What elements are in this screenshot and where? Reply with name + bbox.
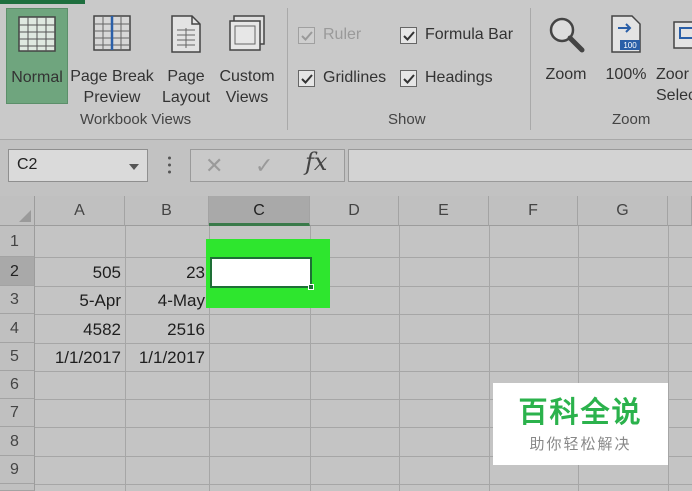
enter-icon[interactable]: ✓ bbox=[255, 153, 273, 179]
cancel-icon[interactable]: ✕ bbox=[205, 153, 223, 179]
gridline bbox=[35, 371, 692, 372]
magnifier-icon bbox=[549, 17, 585, 53]
page-layout-button[interactable]: Page Layout bbox=[158, 8, 214, 106]
page-layout-label-2: Layout bbox=[161, 89, 211, 106]
chevron-down-icon[interactable] bbox=[129, 164, 139, 170]
watermark-subtitle: 助你轻松解决 bbox=[529, 436, 632, 453]
custom-views-label-1: Custom bbox=[219, 68, 275, 85]
gridline bbox=[668, 226, 669, 491]
column-header-g[interactable]: G bbox=[578, 196, 668, 226]
zoom-selection-label-2: Selec bbox=[656, 87, 692, 104]
column-header-h[interactable] bbox=[668, 196, 692, 226]
custom-views-icon bbox=[229, 15, 265, 51]
formula-bar-checkbox[interactable]: Formula Bar bbox=[400, 26, 513, 44]
row-header-9[interactable]: 9 bbox=[0, 456, 35, 484]
custom-views-label-2: Views bbox=[225, 89, 269, 106]
gridlines-label: Gridlines bbox=[323, 69, 387, 86]
row-header-4[interactable]: 4 bbox=[0, 314, 35, 343]
selected-cell-c2[interactable] bbox=[210, 257, 314, 290]
zoom-100-label: 100% bbox=[605, 66, 647, 83]
svg-text:100: 100 bbox=[623, 41, 637, 50]
workbook-views-group-label: Workbook Views bbox=[80, 111, 192, 128]
column-header-f[interactable]: F bbox=[489, 196, 578, 226]
headings-check-icon bbox=[400, 69, 417, 87]
cell-b3[interactable]: 4-May bbox=[125, 291, 209, 311]
gridline bbox=[399, 226, 400, 491]
page-break-preview-button[interactable]: Page Break Preview bbox=[70, 8, 154, 106]
watermark-logo: 百科全说 助你轻松解决 bbox=[493, 383, 668, 465]
insert-function-icon[interactable]: fx bbox=[305, 148, 327, 176]
row-header-3[interactable]: 3 bbox=[0, 286, 35, 314]
watermark-title: 百科全说 bbox=[518, 397, 643, 429]
gridline bbox=[489, 226, 490, 491]
cell-a4[interactable]: 4582 bbox=[35, 320, 125, 340]
active-tab-indicator bbox=[0, 0, 85, 4]
zoom-100-button[interactable]: 100 100% bbox=[598, 8, 654, 104]
show-group-label: Show bbox=[388, 111, 426, 128]
formula-input[interactable] bbox=[348, 149, 692, 182]
gridline bbox=[35, 314, 692, 315]
gridline bbox=[35, 343, 692, 344]
zoom-selection-label-1: Zoor bbox=[656, 66, 689, 83]
row-header-6[interactable]: 6 bbox=[0, 371, 35, 399]
page-break-preview-icon bbox=[93, 15, 131, 51]
row-header-7[interactable]: 7 bbox=[0, 399, 35, 427]
custom-views-button[interactable]: Custom Views bbox=[214, 8, 280, 106]
row-header-2[interactable]: 2 bbox=[0, 257, 35, 286]
headings-label: Headings bbox=[425, 69, 493, 86]
zoom-100-icon: 100 bbox=[611, 15, 641, 53]
gridline bbox=[35, 286, 692, 287]
column-header-e[interactable]: E bbox=[399, 196, 489, 226]
normal-view-icon bbox=[18, 16, 56, 52]
row-header-10[interactable] bbox=[0, 484, 35, 491]
page-break-label-2: Preview bbox=[83, 89, 141, 106]
zoom-selection-icon bbox=[673, 21, 692, 49]
cell-a2[interactable]: 505 bbox=[35, 263, 125, 283]
row-header-8[interactable]: 8 bbox=[0, 427, 35, 456]
column-header-c[interactable]: C bbox=[209, 196, 310, 226]
gridlines-check-icon bbox=[298, 69, 315, 87]
formula-bar-check-icon bbox=[400, 26, 417, 44]
headings-checkbox[interactable]: Headings bbox=[400, 69, 493, 87]
ribbon-separator bbox=[530, 8, 531, 130]
ruler-check-icon bbox=[298, 26, 315, 44]
column-header-b[interactable]: B bbox=[125, 196, 209, 226]
select-all-icon bbox=[19, 210, 31, 222]
more-options-icon[interactable] bbox=[168, 155, 171, 175]
fill-handle[interactable] bbox=[308, 284, 314, 290]
column-header-a[interactable]: A bbox=[35, 196, 125, 226]
gridlines-checkbox[interactable]: Gridlines bbox=[298, 69, 386, 87]
zoom-button[interactable]: Zoom bbox=[538, 8, 594, 104]
ruler-label: Ruler bbox=[323, 26, 362, 43]
select-all-button[interactable] bbox=[0, 196, 35, 226]
cell-a3[interactable]: 5-Apr bbox=[35, 291, 125, 311]
normal-view-label: Normal bbox=[11, 69, 63, 86]
gridline bbox=[35, 257, 692, 258]
row-header-1[interactable]: 1 bbox=[0, 226, 35, 257]
gridline bbox=[35, 484, 692, 485]
ribbon: Normal Page Break Preview Page Layout Cu… bbox=[0, 0, 692, 140]
cell-a5[interactable]: 1/1/2017 bbox=[35, 348, 125, 368]
page-break-label-1: Page Break bbox=[70, 68, 154, 85]
name-box[interactable]: C2 bbox=[8, 149, 148, 182]
cell-b2[interactable]: 23 bbox=[125, 263, 209, 283]
column-header-d[interactable]: D bbox=[310, 196, 399, 226]
formula-bar-label: Formula Bar bbox=[425, 26, 514, 43]
cell-b4[interactable]: 2516 bbox=[125, 320, 209, 340]
page-layout-label-1: Page bbox=[167, 68, 205, 85]
zoom-group-label: Zoom bbox=[612, 111, 651, 128]
formula-bar-area: C2 ✕ ✓ fx bbox=[0, 140, 692, 196]
ruler-checkbox[interactable]: Ruler bbox=[298, 26, 361, 44]
name-box-value: C2 bbox=[17, 156, 38, 173]
page-layout-icon bbox=[171, 15, 201, 53]
row-header-5[interactable]: 5 bbox=[0, 343, 35, 371]
normal-view-button[interactable]: Normal bbox=[6, 8, 68, 104]
zoom-to-selection-button[interactable]: Zoor Selec bbox=[656, 8, 692, 104]
ribbon-separator bbox=[287, 8, 288, 130]
zoom-label: Zoom bbox=[545, 66, 587, 83]
cell-b5[interactable]: 1/1/2017 bbox=[125, 348, 209, 368]
